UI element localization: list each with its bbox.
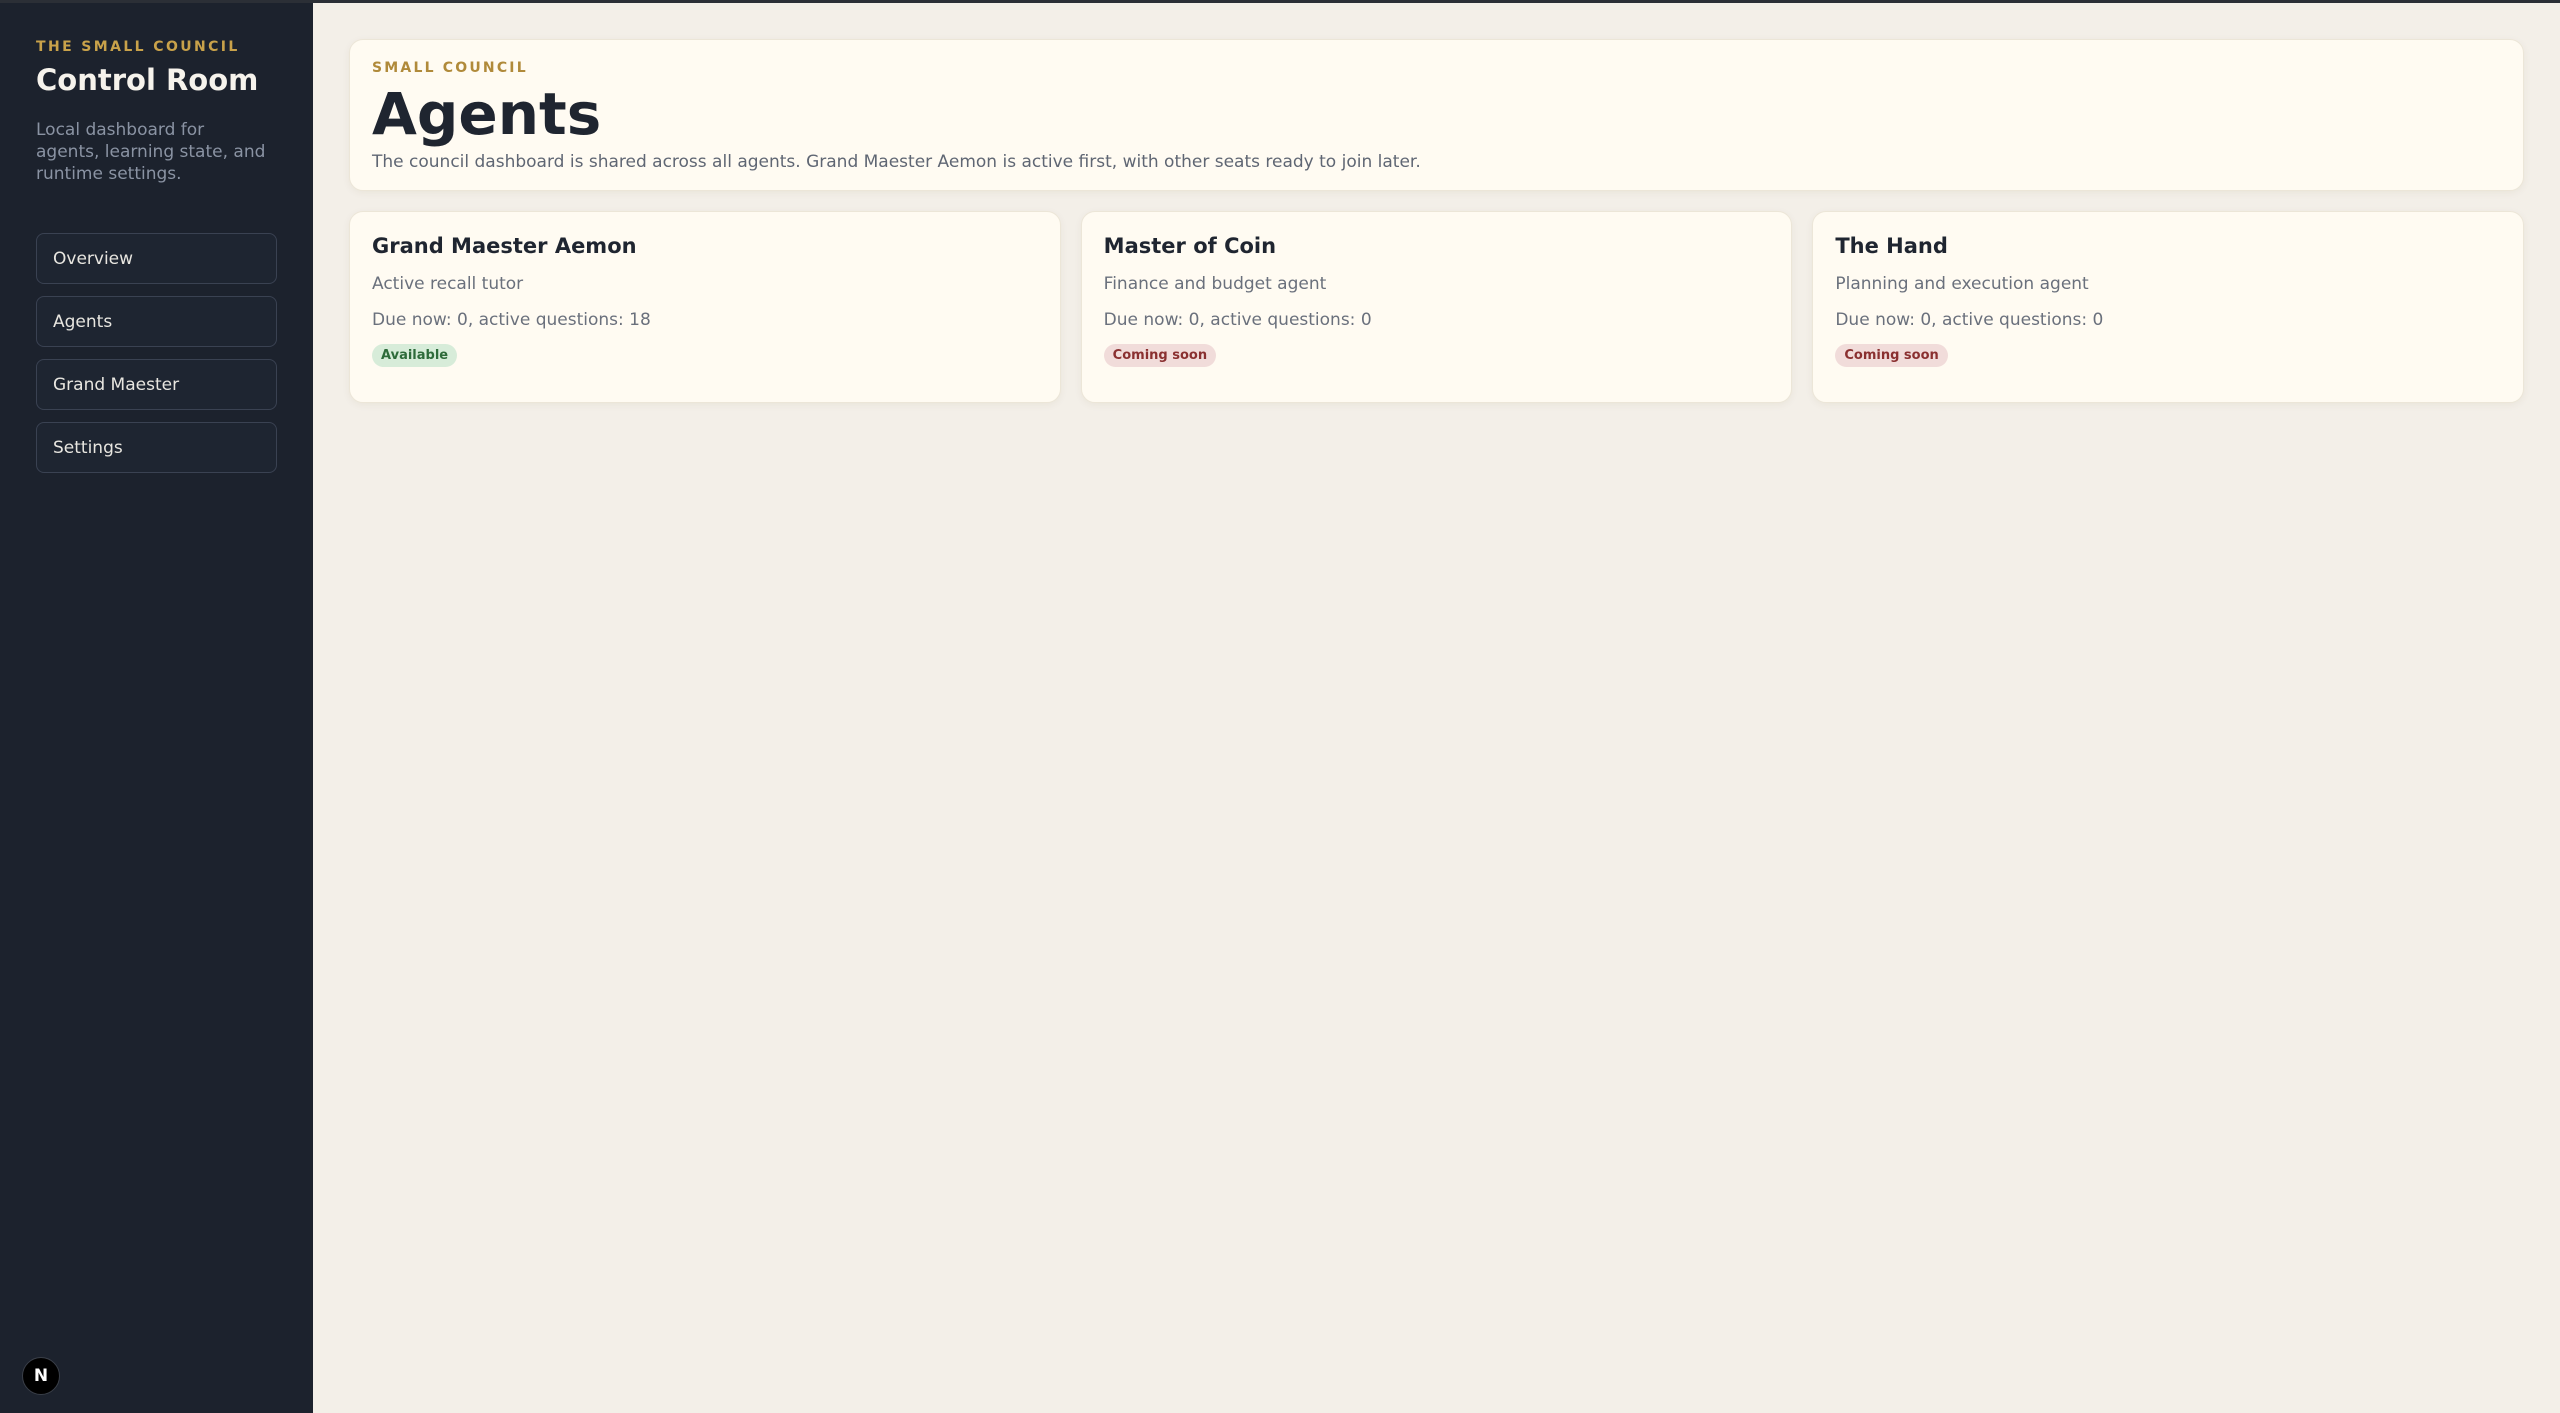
agent-name: The Hand [1835,234,1948,258]
main-content: SMALL COUNCIL Agents The council dashboa… [349,39,2525,403]
next-dev-badge-icon[interactable]: N [22,1357,60,1395]
agent-name: Master of Coin [1103,234,1277,258]
sidebar: THE SMALL COUNCIL Control Room Local das… [0,3,313,1413]
agent-stats: Due now: 0, active questions: 0 [1103,310,1372,330]
agent-cards: Grand Maester Aemon Active recall tutor … [349,211,2525,403]
app-title: Control Room [36,63,259,97]
page-description: The council dashboard is shared across a… [372,152,1421,172]
sidebar-item-grand-maester[interactable]: Grand Maester [36,359,277,410]
agent-card-the-hand[interactable]: The Hand Planning and execution agent Du… [1812,211,2525,403]
status-badge: Available [372,344,458,367]
sidebar-item-settings[interactable]: Settings [36,422,277,473]
badge-letter: N [33,1366,49,1386]
sidebar-nav: Overview Agents Grand Maester Settings [36,233,277,473]
sidebar-item-label: Settings [53,437,123,458]
agent-role: Planning and execution agent [1835,274,2089,294]
status-badge: Coming soon [1103,344,1217,367]
page-header: SMALL COUNCIL Agents The council dashboa… [349,39,2524,191]
agent-card-master-of-coin[interactable]: Master of Coin Finance and budget agent … [1080,211,1793,403]
sidebar-item-label: Overview [53,248,134,269]
agent-role: Active recall tutor [372,274,524,294]
status-badge: Coming soon [1835,344,1948,367]
sidebar-eyebrow: THE SMALL COUNCIL [36,39,240,55]
sidebar-item-agents[interactable]: Agents [36,296,277,347]
sidebar-item-label: Agents [53,311,113,332]
agent-name: Grand Maester Aemon [372,234,637,258]
sidebar-item-overview[interactable]: Overview [36,233,277,284]
agent-stats: Due now: 0, active questions: 18 [372,310,651,330]
top-strip [0,0,2560,3]
page-title: Agents [372,80,602,148]
agent-role: Finance and budget agent [1103,274,1327,294]
agent-stats: Due now: 0, active questions: 0 [1835,310,2104,330]
app-description: Local dashboard for agents, learning sta… [36,120,266,184]
page-eyebrow: SMALL COUNCIL [372,60,528,76]
agent-card-grand-maester-aemon[interactable]: Grand Maester Aemon Active recall tutor … [349,211,1061,403]
sidebar-item-label: Grand Maester [53,374,180,395]
